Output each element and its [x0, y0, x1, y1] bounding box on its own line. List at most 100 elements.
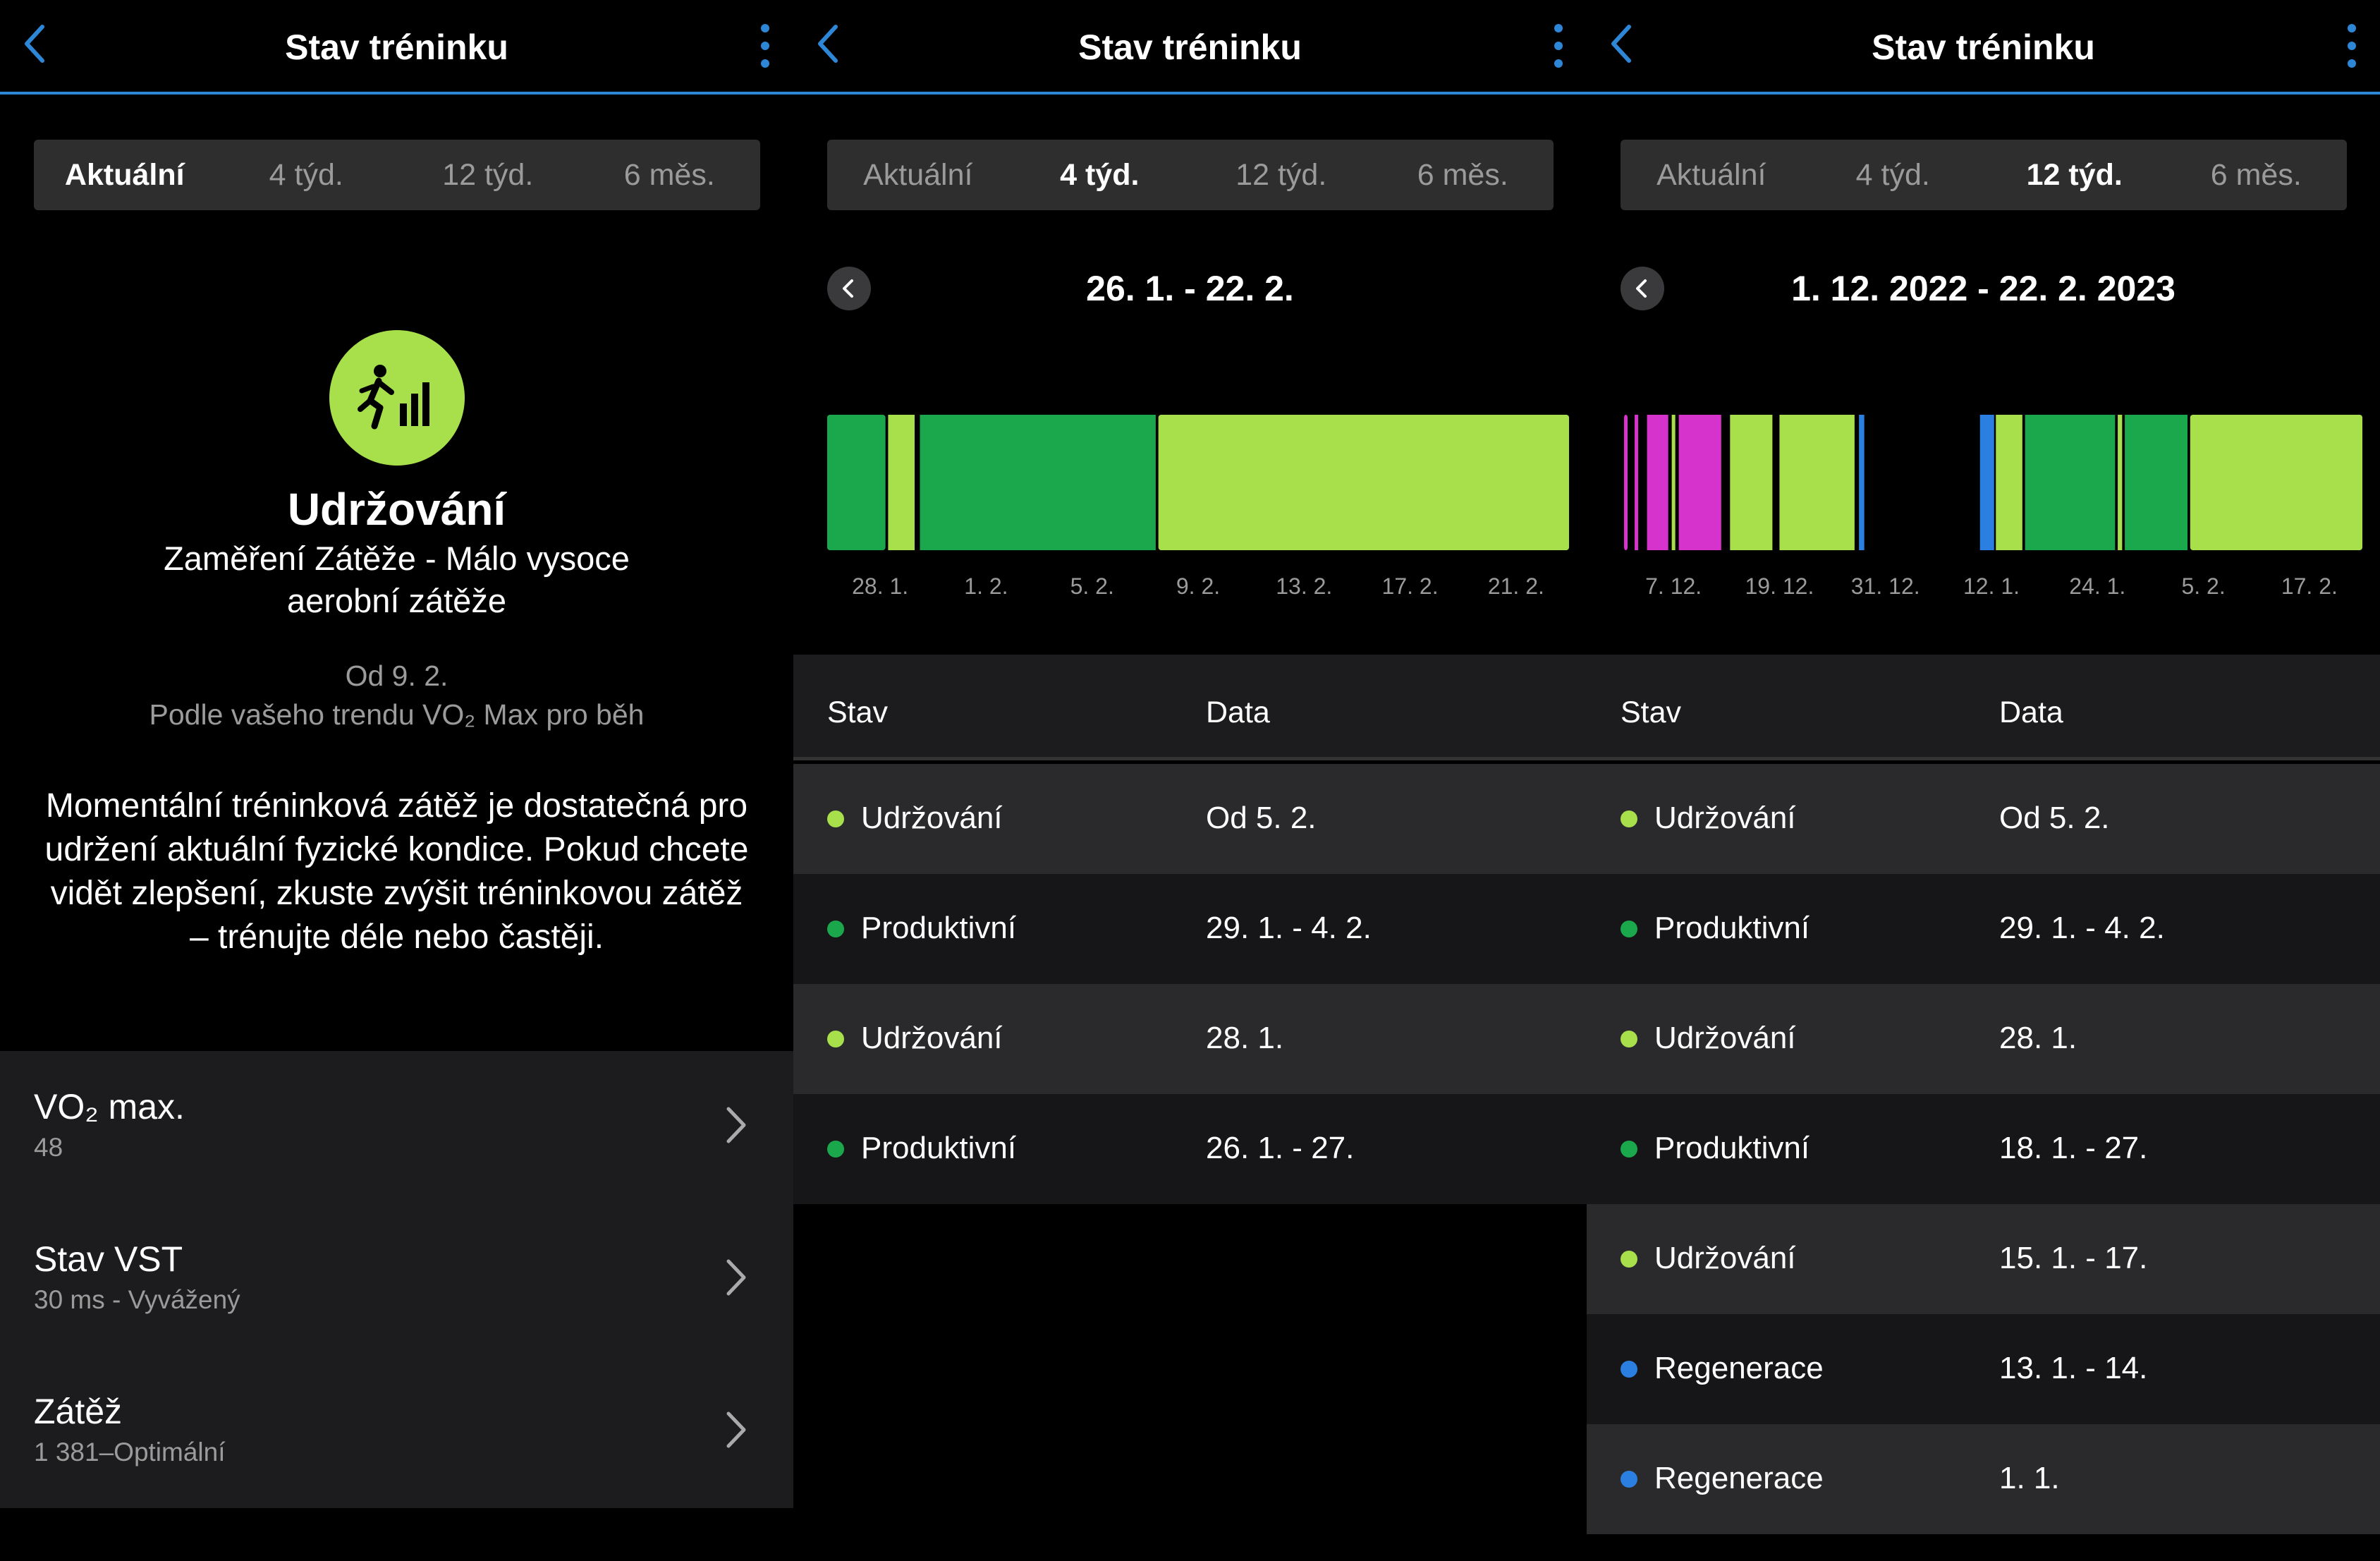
metric-label: Zátěž	[34, 1392, 123, 1431]
column-header-date: Data	[1999, 696, 2063, 729]
row-status: Regenerace	[1654, 1351, 1824, 1385]
status-dot	[1621, 1141, 1637, 1158]
timeline-segment-maintaining	[1779, 415, 1855, 550]
metric-value: 1 381–Optimální	[34, 1438, 226, 1466]
row-date: 15. 1. - 17.	[1999, 1241, 2148, 1275]
status-dot	[1621, 1251, 1637, 1268]
status-basis: Podle vašeho trendu VO₂ Max pro běh	[149, 698, 645, 731]
chevron-right-icon	[726, 1411, 746, 1448]
timeline-segment-productive	[827, 415, 886, 550]
date-range: 1. 12. 2022 - 22. 2. 2023	[1791, 269, 2175, 308]
table-row: Regenerace 1. 1.	[1587, 1424, 2380, 1534]
tab-current[interactable]: Aktuální	[1621, 158, 1802, 193]
row-date: 28. 1.	[1206, 1021, 1284, 1055]
tab-4-weeks[interactable]: 4 týd.	[1802, 158, 1984, 193]
more-vertical-icon[interactable]	[2322, 21, 2367, 71]
tab-6-months[interactable]: 6 měs.	[2166, 158, 2348, 193]
header: Stav tréninku	[793, 0, 1587, 95]
timeline-segment-peaking	[1635, 415, 1639, 550]
timeline-segment-maintaining	[2118, 415, 2123, 550]
tab-6-months[interactable]: 6 měs.	[1372, 158, 1554, 193]
row-status: Produktivní	[861, 1131, 1017, 1165]
table-row: Udržování Od 5. 2.	[1587, 764, 2380, 874]
status-table: Stav Data Udržování Od 5. 2. Produktivní…	[793, 655, 1587, 1561]
row-status: Produktivní	[861, 911, 1017, 945]
tab-4-weeks[interactable]: 4 týd.	[1009, 158, 1191, 193]
tab-6-months[interactable]: 6 měs.	[579, 158, 761, 193]
row-date: 28. 1.	[1999, 1021, 2077, 1055]
row-status: Udržování	[1654, 1241, 1796, 1275]
column-header-date: Data	[1206, 696, 1270, 729]
table-row: Regenerace 13. 1. - 14.	[1587, 1314, 2380, 1424]
row-status: Produktivní	[1654, 911, 1810, 945]
row-date: 1. 1.	[1999, 1461, 2060, 1495]
timeline-segment-maintaining	[888, 415, 915, 550]
tab-current[interactable]: Aktuální	[827, 158, 1009, 193]
table-row: Produktivní 26. 1. - 27.	[793, 1094, 1587, 1204]
timeline-segment-peaking	[1624, 415, 1628, 550]
more-vertical-icon[interactable]	[736, 21, 781, 71]
table-row: Udržování 15. 1. - 17.	[1587, 1204, 2380, 1314]
metric-label: VO₂ max.	[34, 1087, 185, 1126]
tab-current[interactable]: Aktuální	[34, 158, 216, 193]
row-status: Udržování	[861, 1021, 1003, 1055]
metric-load[interactable]: Zátěž 1 381–Optimální	[0, 1356, 793, 1508]
status-dot	[827, 1031, 844, 1047]
row-date: 18. 1. - 27.	[1999, 1131, 2148, 1165]
row-status: Udržování	[1654, 801, 1796, 835]
timeline-segment-maintaining	[1158, 415, 1569, 550]
table-row: Produktivní 18. 1. - 27.	[1587, 1094, 2380, 1204]
status-table: Stav Data Udržování Od 5. 2. Produktivní…	[1587, 655, 2380, 1561]
status-timeline-chart: 28. 1. 1. 2. 5. 2. 9. 2. 13. 2. 17. 2. 21. 2.	[827, 415, 1569, 599]
x-tick-label: 17. 2.	[1382, 573, 1439, 599]
status-icon-badge	[329, 330, 465, 466]
row-status: Regenerace	[1654, 1461, 1824, 1495]
metrics-list: VO₂ max. 48 Stav VST 30 ms - Vyvážený Zá…	[0, 1051, 793, 1508]
metric-value: 30 ms - Vyvážený	[34, 1285, 240, 1314]
x-tick-label: 5. 2.	[1070, 573, 1114, 599]
more-vertical-icon[interactable]	[1529, 21, 1574, 71]
timeline-segment-recovery	[1859, 415, 1865, 550]
timeline-segment-maintaining	[1996, 415, 2022, 550]
row-date: 26. 1. - 27.	[1206, 1131, 1355, 1165]
status-name: Udržování	[287, 484, 506, 535]
status-dot	[1621, 1361, 1637, 1378]
tab-12-weeks[interactable]: 12 týd.	[1984, 158, 2166, 193]
timeline-segment-productive	[2125, 415, 2188, 550]
timeline-segment-maintaining	[1730, 415, 1773, 550]
row-status: Udržování	[861, 801, 1003, 835]
date-range: 26. 1. - 22. 2.	[1086, 269, 1294, 308]
tab-4-weeks[interactable]: 4 týd.	[216, 158, 398, 193]
timeline-segment-peaking	[1647, 415, 1668, 550]
timeline-segment-peaking	[1678, 415, 1721, 550]
load-focus: Zaměření Zátěže - Málo vysoce aerobní zá…	[164, 540, 630, 619]
period-tabs: Aktuální 4 týd. 12 týd. 6 měs.	[34, 140, 760, 210]
status-timeline-chart: 7. 12. 19. 12. 31. 12. 12. 1. 24. 1. 5. 2. 17.…	[1624, 415, 2362, 599]
metric-hrv-status[interactable]: Stav VST 30 ms - Vyvážený	[0, 1203, 793, 1356]
row-status: Produktivní	[1654, 1131, 1810, 1165]
status-dot	[1621, 921, 1637, 937]
x-tick-label: 13. 2.	[1276, 573, 1332, 599]
status-dot	[1621, 1471, 1637, 1488]
x-tick-label: 5. 2.	[2181, 573, 2225, 599]
x-tick-label: 7. 12.	[1645, 573, 1702, 599]
x-tick-label: 21. 2.	[1488, 573, 1544, 599]
metric-value: 48	[34, 1133, 63, 1162]
page-title: Stav tréninku	[285, 28, 508, 67]
table-row: Udržování 28. 1.	[793, 984, 1587, 1094]
status-since: Od 9. 2.	[345, 660, 448, 692]
x-tick-label: 24. 1.	[2069, 573, 2125, 599]
row-date: 29. 1. - 4. 2.	[1206, 911, 1372, 945]
period-tabs: Aktuální 4 týd. 12 týd. 6 měs.	[827, 140, 1554, 210]
timeline-segment-productive	[2025, 415, 2116, 550]
timeline-segment-productive	[920, 415, 1156, 550]
metric-vo2max[interactable]: VO₂ max. 48	[0, 1051, 793, 1203]
x-tick-label: 12. 1.	[1963, 573, 2020, 599]
panel-12-weeks: Stav tréninku Aktuální 4 týd. 12 týd. 6 …	[1587, 0, 2380, 1561]
row-status: Udržování	[1654, 1021, 1796, 1055]
panel-4-weeks: Stav tréninku Aktuální 4 týd. 12 týd. 6 …	[793, 0, 1587, 1561]
table-row: Produktivní 29. 1. - 4. 2.	[793, 874, 1587, 984]
tab-12-weeks[interactable]: 12 týd.	[1190, 158, 1372, 193]
column-header-status: Stav	[1621, 696, 1682, 729]
tab-12-weeks[interactable]: 12 týd.	[397, 158, 579, 193]
